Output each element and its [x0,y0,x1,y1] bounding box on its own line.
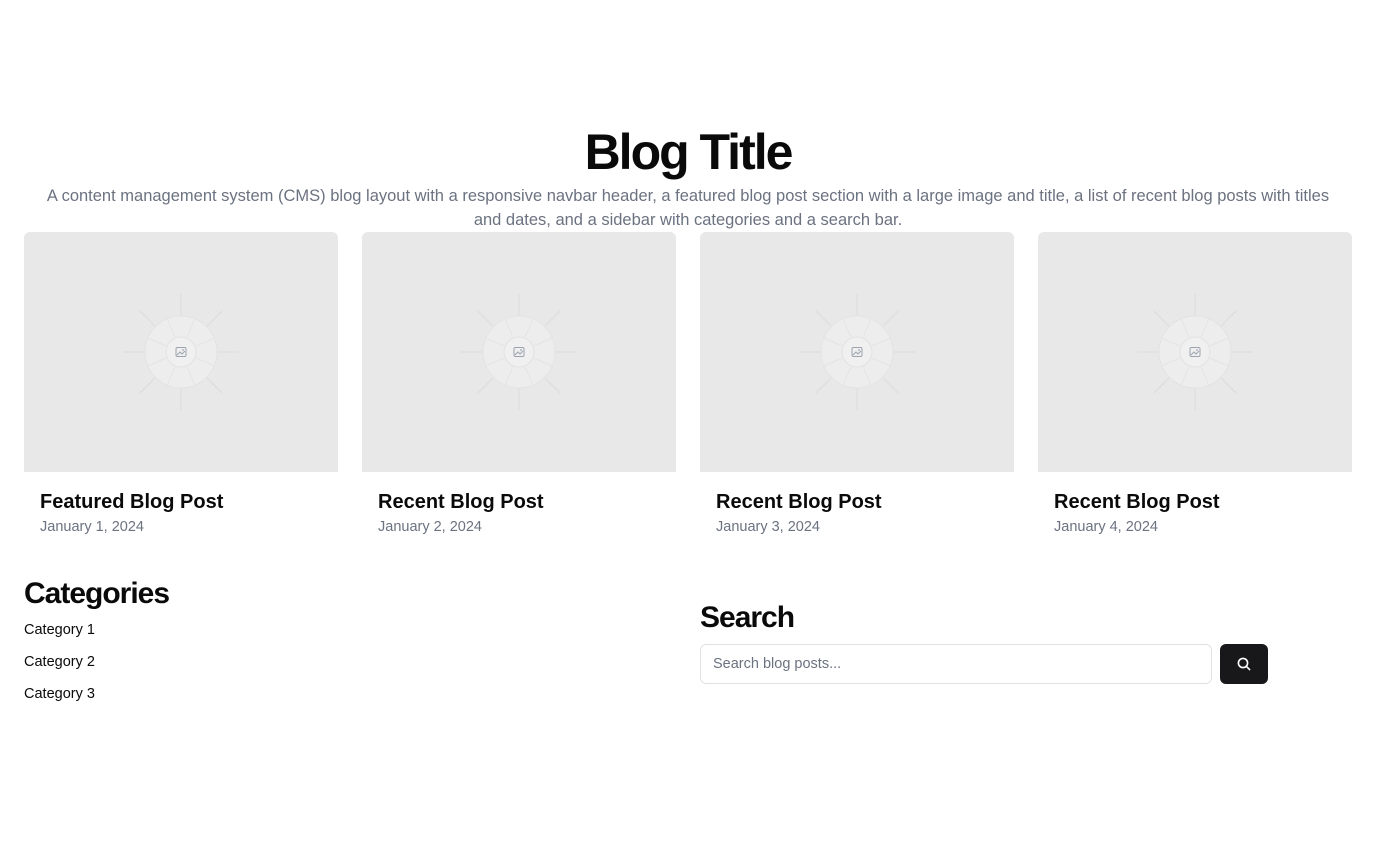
featured-post-card[interactable]: Featured Blog Post January 1, 2024 [24,232,338,537]
category-item[interactable]: Category 1 [24,620,664,652]
recent-post-card[interactable]: Recent Blog Post January 2, 2024 [362,232,676,537]
search-heading: Search [700,601,795,634]
post-title[interactable]: Recent Blog Post [716,490,1014,514]
post-image-placeholder [700,232,1014,472]
search-bar [700,644,1268,684]
page-title: Blog Title [584,124,794,180]
category-item[interactable]: Category 3 [24,684,664,716]
page-header: Blog Title A content management system (… [0,124,1376,232]
search-section: Search [700,600,1268,684]
category-list: Category 1 Category 2 Category 3 [24,620,664,716]
post-image-placeholder [24,232,338,472]
post-image-placeholder [1038,232,1352,472]
post-title[interactable]: Recent Blog Post [1054,490,1352,514]
post-date: January 4, 2024 [1054,519,1158,535]
post-title[interactable]: Featured Blog Post [40,490,338,514]
categories-section: Categories Category 1 Category 2 Categor… [24,576,664,716]
search-button[interactable] [1220,644,1268,684]
search-icon [1237,657,1251,671]
image-placeholder-icon [461,294,577,410]
post-date: January 2, 2024 [378,519,482,535]
post-image-placeholder [362,232,676,472]
recent-post-card[interactable]: Recent Blog Post January 3, 2024 [700,232,1014,537]
page-subtitle: A content management system (CMS) blog l… [46,187,1330,229]
categories-heading: Categories [24,577,170,610]
blog-post-list: Featured Blog Post January 1, 2024 Recen… [24,232,1352,537]
recent-post-card[interactable]: Recent Blog Post January 4, 2024 [1038,232,1352,537]
post-date: January 3, 2024 [716,519,820,535]
image-placeholder-icon [1137,294,1253,410]
post-date: January 1, 2024 [40,519,144,535]
image-placeholder-icon [799,294,915,410]
post-title[interactable]: Recent Blog Post [378,490,676,514]
search-input[interactable] [700,644,1212,684]
category-item[interactable]: Category 2 [24,652,664,684]
image-placeholder-icon [123,294,239,410]
